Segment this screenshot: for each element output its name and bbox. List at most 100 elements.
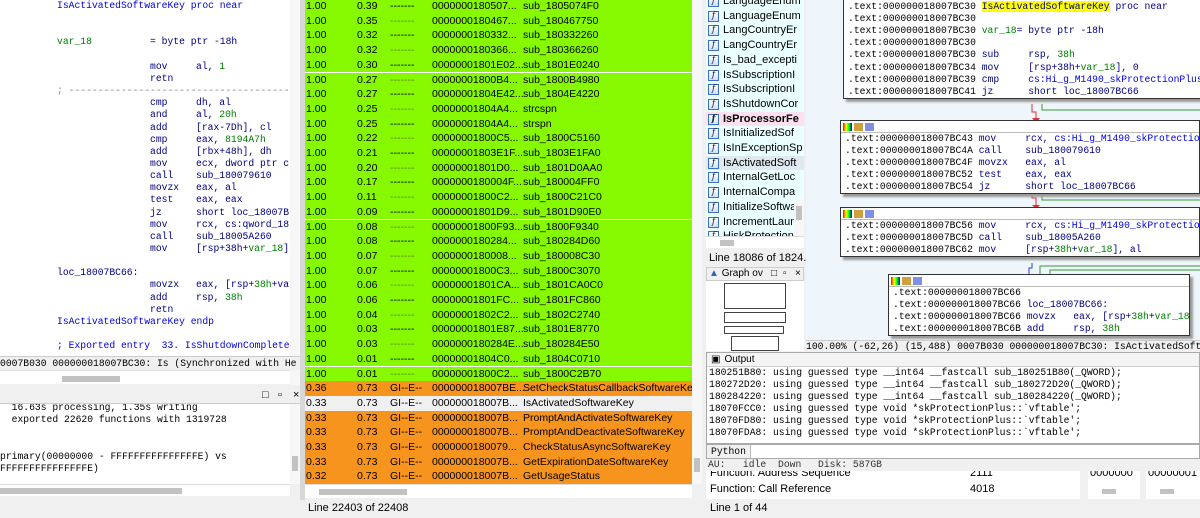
table-row[interactable]: 1.00 0.03 ------- 00000001801E87... sub_1801… <box>305 322 692 338</box>
table-row[interactable]: 1.00 0.17 ------- 0000000180004F... sub_1800… <box>305 175 692 191</box>
function-item[interactable]: fHiskProtection <box>706 229 804 236</box>
cell-similarity: 1.00 <box>306 117 327 130</box>
maximize-icon[interactable]: □ <box>262 389 269 401</box>
python-command-bar[interactable]: Python <box>706 444 1200 459</box>
graph-overview[interactable] <box>706 281 804 351</box>
address: .text:000000018007BC4F <box>845 157 979 169</box>
cell-confidence: 0.21 <box>357 147 378 159</box>
table-row[interactable]: 1.00 0.04 ------- 00000001802C2... sub_1802C… <box>305 307 692 323</box>
graph-node[interactable]: .text:000000018007BC66 .text:000000018007… <box>888 274 1190 337</box>
mnemonic: test <box>150 194 174 206</box>
table-row[interactable]: 0.33 0.73 GI--E-- 000000018007B... PromptAnd… <box>305 425 692 440</box>
rename-icon[interactable] <box>902 277 911 285</box>
table-row[interactable]: 1.00 0.07 ------- 00000001800C3... sub_1800C… <box>305 263 692 279</box>
function-item[interactable]: f IncrementLaun <box>706 215 804 230</box>
cell-similarity: 1.00 <box>306 0 327 12</box>
function-item[interactable]: f LanguageEnum <box>706 0 804 9</box>
table-row[interactable]: 0.33 0.73 GI--E-- 000000018007B... IsActivat… <box>305 395 692 411</box>
function-item[interactable]: f IsSubscriptionI <box>706 68 804 83</box>
cell-confidence: 0.07 <box>357 264 378 277</box>
side-table-1[interactable]: 0000000 <box>1088 471 1140 499</box>
table-row[interactable]: 1.00 0.35 ------- 0000000180467... sub_18046… <box>305 13 692 29</box>
restore-icon[interactable]: ▫ <box>783 268 787 280</box>
match-table-vscroll[interactable] <box>692 0 702 484</box>
rename-icon[interactable] <box>854 210 863 218</box>
table-row[interactable]: 1.00 0.21 ------- 00000001803E1F... sub_1803… <box>305 146 692 161</box>
graph-icon[interactable] <box>865 123 874 131</box>
function-item[interactable]: f IsInitializedSof <box>706 126 804 141</box>
table-row[interactable]: 0.32 0.73 GI--E-- 000000018007B... GetUsageS… <box>305 469 692 484</box>
table-row[interactable]: 1.00 0.06 ------- 00000001801CA... sub_1801C… <box>305 278 692 293</box>
color-icon[interactable] <box>843 210 852 218</box>
table-row[interactable]: 1.00 0.03 ------- 0000000180284E... sub_1802… <box>305 337 692 352</box>
address: .text:000000018007BC6B <box>893 323 1027 335</box>
table-row[interactable]: 1.00 0.32 ------- 0000000180332... sub_18033… <box>305 28 692 44</box>
graph-icon[interactable] <box>865 210 874 218</box>
function-item[interactable]: f InternalCompa <box>706 185 804 200</box>
table-row[interactable]: 1.00 0.20 ------- 00000001801D0... sub_1801D… <box>305 160 692 176</box>
log-hscroll[interactable] <box>0 484 290 496</box>
close-icon[interactable]: × <box>795 268 801 280</box>
table-row[interactable]: 1.00 0.39 ------- 0000000180507... sub_18050… <box>305 0 692 14</box>
table-row[interactable]: 0.36 0.73 GI--E-- 000000018007BE... SetCheck… <box>305 381 692 396</box>
function-item[interactable]: f LangCountryEr <box>706 23 804 38</box>
table-row[interactable]: 1.00 0.30 ------- 00000001801E02... sub_1801… <box>305 57 692 73</box>
table-row[interactable]: 1.00 0.07 ------- 0000000180008... sub_18000… <box>305 248 692 264</box>
table-row[interactable]: 1.00 0.25 ------- 00000001804A4... strspn <box>305 116 692 132</box>
log-vscroll[interactable] <box>290 404 300 484</box>
functions-vscroll[interactable] <box>794 200 804 236</box>
disasm-line <box>0 255 290 267</box>
table-row[interactable]: 1.00 0.08 ------- 0000000180284... sub_18028… <box>305 234 692 249</box>
color-icon[interactable] <box>843 123 852 131</box>
function-item[interactable]: f IsInExceptionSp <box>706 141 804 156</box>
function-match-table[interactable]: 1.00 0.39 ------- 0000000180507... sub_18050… <box>305 0 692 484</box>
cell-address: 0000000180284... <box>432 235 517 248</box>
table-row[interactable]: 0.33 0.73 GI--E-- 0000000180079... CheckStat… <box>305 440 692 455</box>
side-table-2[interactable]: 00000001 <box>1146 471 1200 499</box>
function-item[interactable]: f LanguageEnum <box>706 9 804 24</box>
disassembly-vscroll[interactable] <box>290 0 300 385</box>
disassembly-view[interactable]: IsActivatedSoftwareKey proc near var_18 = … <box>0 0 290 356</box>
table-row[interactable]: 1.00 0.25 ------- 00000001804A4... strcspn <box>305 101 692 117</box>
operand: 8194A7h <box>225 133 266 145</box>
table-row[interactable]: 1.00 0.22 ------- 00000001800C5... sub_1800C… <box>305 131 692 146</box>
graph-node[interactable]: .text:000000018007BC43 mov rcx, cs:Hi_g_… <box>840 120 1200 195</box>
function-item[interactable]: f IsProcessorFe <box>706 111 804 127</box>
function-item[interactable]: f InitializeSoftwa <box>706 200 804 215</box>
node-header <box>889 275 1189 287</box>
table-row[interactable]: 0.33 0.73 GI--E-- 000000018007B... GetExpira… <box>305 454 692 470</box>
python-language-button[interactable]: Python <box>707 445 751 458</box>
function-item[interactable]: f Is_bad_excepti <box>706 53 804 68</box>
disassembly-hscroll[interactable] <box>0 370 290 384</box>
functions-hscroll[interactable] <box>706 236 804 248</box>
color-icon[interactable] <box>891 277 900 285</box>
table-row[interactable]: 1.00 0.06 ------- 00000001801FC... sub_1801F… <box>305 293 692 308</box>
maximize-icon[interactable]: □ <box>771 268 777 280</box>
table-row[interactable]: 1.00 0.09 ------- 00000001801D9... sub_1801D… <box>305 204 692 220</box>
function-item[interactable]: f IsSubscriptionI <box>706 82 804 97</box>
table-row[interactable]: 1.00 0.08 ------- 00000001800F93... sub_1800… <box>305 219 692 235</box>
table-row[interactable]: 1.00 0.11 ------- 00000001800C2... sub_1800C… <box>305 190 692 205</box>
match-table-hscroll[interactable] <box>305 484 692 498</box>
graph-view[interactable]: .text:000000018007BC30 public IsActivate… <box>806 0 1200 340</box>
function-item[interactable]: f LangCountryEr <box>706 38 804 53</box>
table-row[interactable]: 0.33 0.73 GI--E-- 000000018007B... PromptAnd… <box>305 410 692 426</box>
table-row[interactable]: 1.00 0.32 ------- 0000000180366... sub_18036… <box>305 43 692 58</box>
functions-list[interactable]: f LanguageEnum f LanguageEnum f LangCountryEr… <box>706 0 804 236</box>
table-row[interactable]: 1.00 0.27 ------- 00000001800B4... sub_1800B… <box>305 72 692 88</box>
function-item[interactable]: f IsShutdownCor <box>706 97 804 112</box>
rename-icon[interactable] <box>854 123 863 131</box>
function-item[interactable]: f InternalGetLoc <box>706 170 804 185</box>
graph-node[interactable]: .text:000000018007BC56 mov rcx, cs:Hi_g_… <box>840 207 1200 258</box>
node-header <box>841 121 1199 133</box>
close-icon[interactable]: × <box>293 389 299 401</box>
table-row[interactable]: 1.00 0.27 ------- 00000001804E42... sub_1804… <box>305 87 692 102</box>
table-row[interactable]: 1.00 0.01 ------- 00000001804C0... sub_1804C… <box>305 351 692 367</box>
restore-icon[interactable]: ▫ <box>278 389 282 401</box>
function-item[interactable]: f IsActivatedSoft <box>706 155 804 171</box>
statistics-table[interactable]: Function: Address Sequence 2111 Function… <box>706 471 1080 499</box>
graph-node[interactable]: .text:000000018007BC30 public IsActivate… <box>843 0 1200 99</box>
cell-similarity: 1.00 <box>306 338 327 351</box>
graph-icon[interactable] <box>913 277 922 285</box>
table-row[interactable]: 1.00 0.01 ------- 00000001800C2... sub_1800C… <box>305 366 692 382</box>
